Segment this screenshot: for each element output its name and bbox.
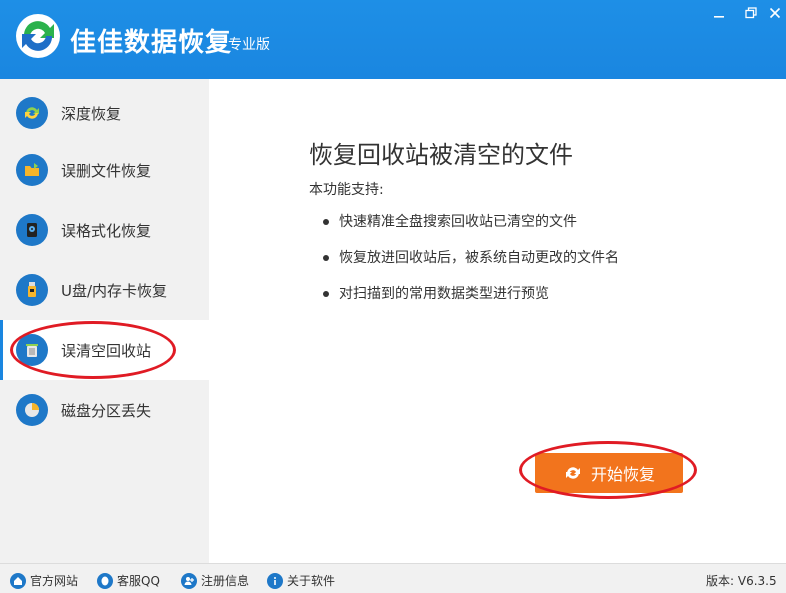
start-recovery-label: 开始恢复 xyxy=(590,465,655,484)
sidebar-item-recycle-bin-recovery[interactable]: 误清空回收站 xyxy=(0,320,209,380)
status-bar: 官方网站 客服QQ 注册信息 关于软件 版本: V6.3.5 xyxy=(0,563,786,593)
sidebar-item-usb-card-recovery[interactable]: U盘/内存卡恢复 xyxy=(0,260,209,320)
app-logo-icon xyxy=(16,14,60,58)
minimize-button[interactable] xyxy=(708,4,730,22)
sidebar-item-partition-loss[interactable]: 磁盘分区丢失 xyxy=(0,380,209,440)
restore-icon xyxy=(745,7,757,19)
sidebar-item-label: 误清空回收站 xyxy=(61,341,152,360)
sidebar-item-label: 误删文件恢复 xyxy=(61,161,152,180)
page-title: 恢复回收站被清空的文件 xyxy=(309,141,573,169)
list-item: 恢复放进回收站后，被系统自动更改的文件名 xyxy=(323,247,619,283)
title-bar: 佳佳数据恢复 专业版 xyxy=(0,0,786,79)
sidebar-item-deleted-file-recovery[interactable]: 误删文件恢复 xyxy=(0,140,209,200)
app-title: 佳佳数据恢复 xyxy=(70,28,233,58)
version-label: 版本: V6.3.5 xyxy=(706,574,777,588)
status-link-label: 注册信息 xyxy=(201,574,250,588)
sidebar-item-label: U盘/内存卡恢复 xyxy=(61,281,168,300)
feature-intro: 本功能支持: xyxy=(309,182,384,198)
qq-icon xyxy=(97,572,113,589)
add-user-icon xyxy=(181,572,197,589)
home-icon xyxy=(10,572,26,589)
refresh-icon xyxy=(16,97,48,129)
sidebar-item-deep-recovery[interactable]: 深度恢复 xyxy=(0,83,209,143)
status-link-label: 客服QQ xyxy=(117,574,160,588)
minimize-icon xyxy=(714,16,724,18)
sidebar-item-format-recovery[interactable]: 误格式化恢复 xyxy=(0,200,209,260)
sidebar-item-label: 误格式化恢复 xyxy=(61,221,152,240)
list-item: 对扫描到的常用数据类型进行预览 xyxy=(323,283,619,319)
sidebar: 深度恢复 误删文件恢复 误格式化恢复 U盘/内存卡恢复 误清空回收站 磁盘分区丢… xyxy=(0,79,209,563)
official-site-link[interactable]: 官方网站 xyxy=(10,572,78,589)
usb-drive-icon xyxy=(16,274,48,306)
status-link-label: 官方网站 xyxy=(30,574,79,588)
sidebar-item-label: 磁盘分区丢失 xyxy=(61,401,152,420)
pie-chart-icon xyxy=(16,394,48,426)
recycle-bin-icon xyxy=(16,334,48,366)
close-icon xyxy=(769,7,781,19)
list-item: 快速精准全盘搜索回收站已清空的文件 xyxy=(323,211,619,247)
close-button[interactable] xyxy=(764,4,786,22)
info-icon xyxy=(267,572,283,589)
registration-link[interactable]: 注册信息 xyxy=(181,572,249,589)
edition-label: 专业版 xyxy=(228,37,270,53)
folder-icon xyxy=(16,154,48,186)
about-link[interactable]: 关于软件 xyxy=(267,572,335,589)
maximize-button[interactable] xyxy=(740,4,762,22)
main-panel: 恢复回收站被清空的文件 本功能支持: 快速精准全盘搜索回收站已清空的文件 恢复放… xyxy=(209,79,786,563)
start-recovery-button[interactable]: 开始恢复 xyxy=(535,453,683,493)
feature-list: 快速精准全盘搜索回收站已清空的文件 恢复放进回收站后，被系统自动更改的文件名 对… xyxy=(323,211,619,319)
sidebar-item-label: 深度恢复 xyxy=(61,104,122,123)
refresh-icon xyxy=(563,463,583,483)
qq-support-link[interactable]: 客服QQ xyxy=(97,572,160,589)
hard-disk-icon xyxy=(16,214,48,246)
status-link-label: 关于软件 xyxy=(287,574,336,588)
